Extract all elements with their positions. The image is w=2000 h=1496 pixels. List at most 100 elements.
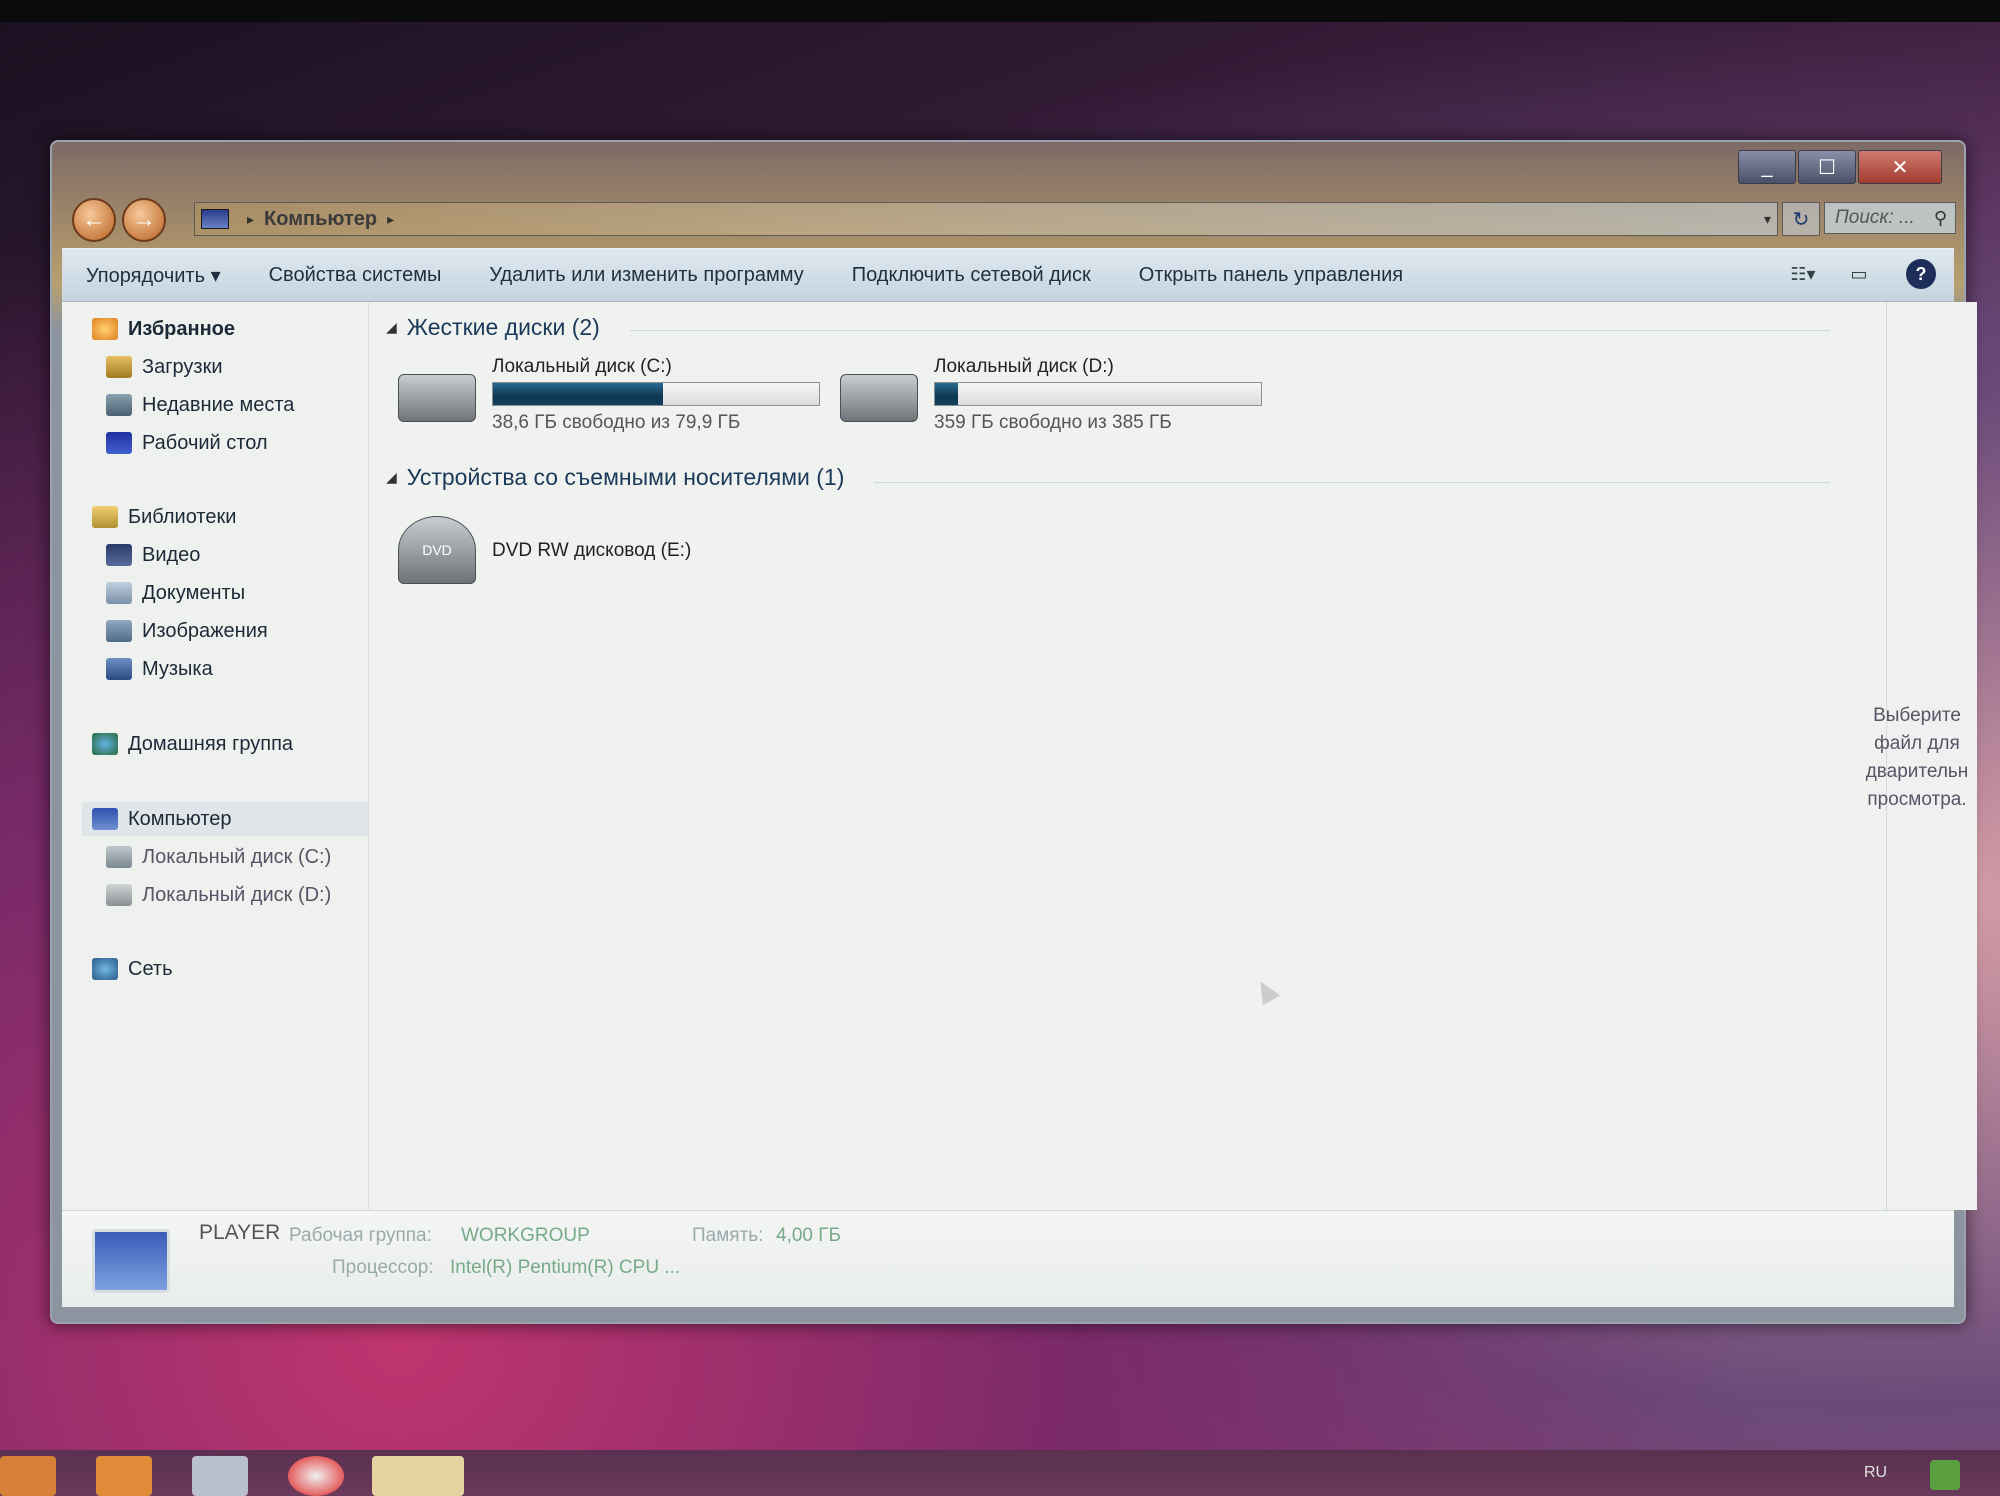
computer-name: PLAYER [199, 1221, 281, 1244]
screen-bezel [0, 0, 2000, 22]
sidebar-item-label: Документы [142, 581, 246, 604]
view-options-icon[interactable]: ☷▾ [1786, 259, 1820, 289]
music-icon [106, 658, 132, 680]
yandex-browser-icon[interactable] [288, 1456, 344, 1496]
recent-places-icon [106, 394, 132, 416]
sidebar-item-label: Локальный диск (D:) [142, 883, 332, 906]
group-header-hard-disks[interactable]: ◢ Жесткие диски (2) [386, 314, 600, 341]
navigation-pane: Избранное Загрузки Недавние места Рабочи… [62, 302, 369, 1210]
images-icon [106, 620, 132, 642]
hard-drive-icon [840, 374, 918, 422]
desktop-icon [106, 432, 132, 454]
search-icon[interactable]: ⚲ [1934, 208, 1947, 229]
map-network-drive-button[interactable]: Подключить сетевой диск [828, 264, 1115, 287]
sidebar-item-label: Недавние места [142, 393, 295, 416]
taskbar-app-icon[interactable] [192, 1456, 248, 1496]
sidebar-item-label: Видео [142, 543, 201, 566]
dvd-drive-icon: DVD [398, 516, 476, 584]
explorer-taskbar-button[interactable] [372, 1456, 464, 1496]
sidebar-item-favorites[interactable]: Избранное [92, 312, 235, 346]
group-header-removable[interactable]: ◢ Устройства со съемными носителями (1) [386, 464, 844, 491]
sidebar-item-libraries[interactable]: Библиотеки [92, 500, 236, 534]
open-control-panel-button[interactable]: Открыть панель управления [1115, 264, 1427, 287]
minimize-button[interactable]: _ [1738, 150, 1796, 184]
drive-name: DVD RW дисковод (E:) [492, 540, 692, 561]
sidebar-item-label: Рабочий стол [142, 431, 268, 454]
group-title: Жесткие диски (2) [406, 314, 600, 340]
maximize-button[interactable]: ☐ [1798, 150, 1856, 184]
system-properties-button[interactable]: Свойства системы [245, 264, 466, 287]
start-button[interactable] [0, 1456, 56, 1496]
sidebar-item-label: Изображения [142, 619, 268, 642]
drive-usage-bar [934, 382, 1262, 406]
computer-icon [92, 808, 118, 830]
help-button[interactable]: ? [1906, 259, 1936, 289]
workgroup-value: WORKGROUP [461, 1225, 590, 1246]
sidebar-item-disk-c[interactable]: Локальный диск (C:) [106, 840, 331, 874]
sidebar-item-label: Домашняя группа [128, 732, 294, 755]
taskbar: RU [0, 1450, 2000, 1496]
collapse-triangle-icon[interactable]: ◢ [386, 469, 397, 486]
forward-button[interactable]: → [122, 198, 166, 242]
organize-button[interactable]: Упорядочить ▾ [62, 263, 245, 288]
breadcrumb-separator-icon[interactable]: ▸ [247, 211, 254, 228]
sidebar-item-desktop[interactable]: Рабочий стол [106, 426, 268, 460]
workgroup-label: Рабочая группа: [289, 1225, 432, 1246]
sidebar-item-homegroup[interactable]: Домашняя группа [92, 727, 293, 761]
sidebar-item-images[interactable]: Изображения [106, 614, 268, 648]
drive-free-space: 359 ГБ свободно из 385 ГБ [934, 412, 1172, 433]
sidebar-item-label: Библиотеки [128, 505, 237, 528]
caption-buttons: _ ☐ ✕ [1736, 150, 1942, 184]
breadcrumb-computer[interactable]: Компьютер [264, 208, 377, 231]
tray-icon[interactable] [1930, 1460, 1960, 1490]
downloads-folder-icon [106, 356, 132, 378]
sidebar-item-video[interactable]: Видео [106, 538, 200, 572]
back-button[interactable]: ← [72, 198, 116, 242]
command-bar: Упорядочить ▾ Свойства системы Удалить и… [62, 248, 1954, 302]
memory-value: 4,00 ГБ [776, 1225, 842, 1246]
computer-icon [92, 1229, 170, 1293]
sidebar-item-documents[interactable]: Документы [106, 576, 245, 610]
search-placeholder: Поиск: ... [1835, 207, 1915, 228]
sidebar-item-label: Компьютер [128, 807, 232, 830]
uninstall-program-button[interactable]: Удалить или изменить программу [465, 264, 827, 287]
sidebar-item-label: Сеть [128, 957, 173, 980]
computer-icon [201, 209, 229, 229]
sidebar-item-computer[interactable]: Компьютер [82, 802, 368, 836]
drive-name: Локальный диск (C:) [492, 356, 672, 377]
memory-label: Память: [692, 1225, 764, 1246]
refresh-button[interactable]: ↻ [1782, 202, 1820, 236]
address-dropdown-icon[interactable]: ▾ [1764, 211, 1771, 228]
sidebar-item-downloads[interactable]: Загрузки [106, 350, 223, 384]
search-input[interactable]: Поиск: ... ⚲ [1824, 202, 1956, 234]
drive-usage-bar [492, 382, 820, 406]
taskbar-app-icon[interactable] [96, 1456, 152, 1496]
video-icon [106, 544, 132, 566]
drive-usage-fill [493, 383, 663, 405]
explorer-body: Избранное Загрузки Недавние места Рабочи… [62, 302, 1977, 1210]
cpu-value: Intel(R) Pentium(R) CPU ... [450, 1257, 681, 1278]
sidebar-item-music[interactable]: Музыка [106, 652, 213, 686]
breadcrumb-separator-icon[interactable]: ▸ [387, 211, 394, 228]
windows-drive-icon [106, 846, 132, 868]
navigation-bar: ← → ▸ Компьютер ▸ ▾ ↻ Поиск: ... ⚲ [62, 196, 1956, 242]
libraries-icon [92, 506, 118, 528]
preview-pane-icon[interactable]: ▭ [1842, 259, 1876, 289]
drive-name: Локальный диск (D:) [934, 356, 1114, 377]
preview-pane: Выберите файл для дварительн просмотра. [1866, 302, 1977, 1210]
close-button[interactable]: ✕ [1858, 150, 1942, 184]
collapse-triangle-icon[interactable]: ◢ [386, 319, 397, 336]
content-area: ◢ Жесткие диски (2) Локальный диск (C:) … [368, 302, 1886, 1210]
hard-drive-icon [106, 884, 132, 906]
sidebar-item-recent[interactable]: Недавние места [106, 388, 294, 422]
sidebar-item-label: Загрузки [142, 355, 223, 378]
windows-drive-icon [398, 374, 476, 422]
address-bar[interactable]: ▸ Компьютер ▸ ▾ [194, 202, 1778, 236]
documents-icon [106, 582, 132, 604]
sidebar-item-network[interactable]: Сеть [92, 952, 172, 986]
drive-free-space: 38,6 ГБ свободно из 79,9 ГБ [492, 412, 741, 433]
group-title: Устройства со съемными носителями (1) [406, 464, 845, 490]
drive-usage-fill [935, 383, 958, 405]
language-indicator[interactable]: RU [1864, 1464, 1887, 1482]
sidebar-item-disk-d[interactable]: Локальный диск (D:) [106, 878, 331, 912]
